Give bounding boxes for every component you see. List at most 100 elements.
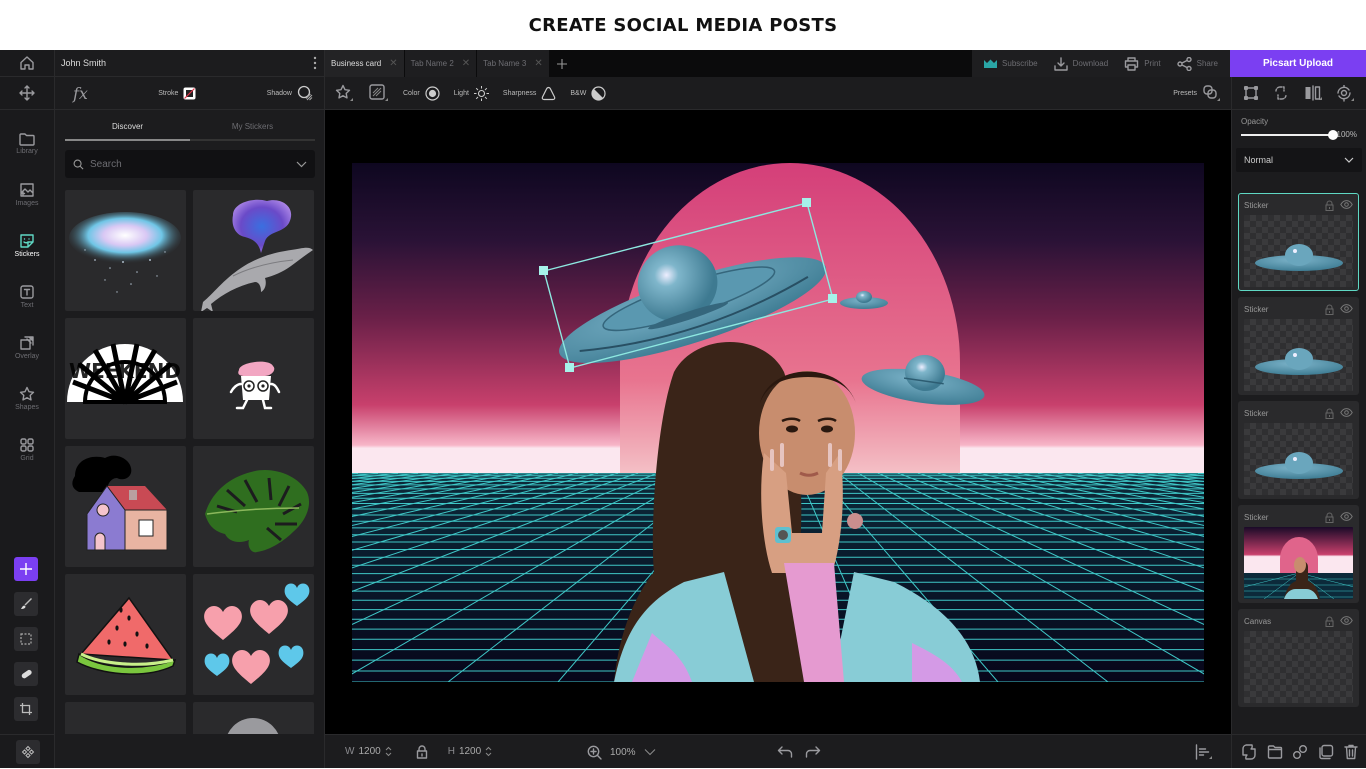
width-field[interactable]: W 1200	[345, 746, 392, 757]
sticker-moon[interactable]	[193, 702, 314, 734]
visibility-eye-icon[interactable]	[1340, 511, 1353, 521]
rail-item-grid[interactable]: Grid	[0, 424, 54, 475]
new-tab-button[interactable]	[550, 50, 575, 77]
sticker-cupcake[interactable]	[193, 318, 314, 439]
move-tool-button[interactable]	[0, 77, 54, 110]
sticker-weekend[interactable]: WEEKEND	[65, 318, 186, 439]
sticker-partial[interactable]	[65, 702, 186, 734]
sticker-whale[interactable]	[193, 190, 314, 311]
sticker-watermelon[interactable]	[65, 574, 186, 695]
rail-item-library[interactable]: Library	[0, 118, 54, 169]
replace-icon[interactable]	[1272, 85, 1290, 101]
width-value[interactable]: 1200	[358, 746, 380, 757]
stroke-control[interactable]: Stroke	[158, 87, 196, 100]
resize-handle[interactable]	[802, 198, 811, 207]
visibility-eye-icon[interactable]	[1340, 407, 1353, 417]
adjust-toolbar: Color Light Sharpness B&W Presets	[325, 77, 1231, 110]
rail-item-text[interactable]: Text	[0, 271, 54, 322]
rail-item-shapes[interactable]: Shapes	[0, 373, 54, 424]
aspect-lock[interactable]	[416, 744, 428, 759]
rail-item-overlay[interactable]: Overlay	[0, 322, 54, 373]
sticker-galaxy-cloud[interactable]	[65, 190, 186, 311]
link-icon[interactable]	[1292, 744, 1308, 760]
flip-icon[interactable]	[1304, 85, 1323, 101]
chevron-down-icon[interactable]	[296, 161, 307, 168]
undo-icon[interactable]	[777, 746, 793, 758]
lock-icon[interactable]	[1325, 512, 1334, 523]
chevron-down-icon[interactable]	[644, 748, 656, 756]
height-field[interactable]: H 1200	[448, 746, 492, 757]
resize-handle[interactable]	[565, 363, 574, 372]
group-folder-icon[interactable]	[1267, 744, 1283, 760]
visibility-eye-icon[interactable]	[1340, 199, 1353, 209]
rail-item-images[interactable]: Images	[0, 169, 54, 220]
presets-control[interactable]: Presets	[1173, 77, 1221, 110]
favorite-star-icon[interactable]	[335, 84, 355, 102]
zoom-in-icon[interactable]	[587, 745, 602, 760]
stepper-icon[interactable]	[485, 746, 492, 757]
height-value[interactable]: 1200	[459, 746, 481, 757]
resize-handle[interactable]	[828, 294, 837, 303]
sticker-house[interactable]	[65, 446, 186, 567]
stepper-icon[interactable]	[385, 746, 392, 757]
layer-item[interactable]: Sticker	[1238, 297, 1359, 395]
light-adjust[interactable]: Light	[454, 85, 489, 101]
crop-tool-button[interactable]	[14, 697, 38, 721]
tab-my-stickers[interactable]: My Stickers	[190, 120, 315, 141]
resize-handle[interactable]	[539, 266, 548, 275]
close-tab-icon[interactable]: ✕	[534, 58, 542, 69]
more-vertical-icon[interactable]	[313, 56, 317, 70]
picsart-upload-button[interactable]: Picsart Upload	[1230, 50, 1366, 77]
lock-icon[interactable]	[1325, 408, 1334, 419]
doc-tab-business-card[interactable]: Business card ✕	[325, 50, 405, 77]
layer-item[interactable]: Sticker	[1238, 401, 1359, 499]
trash-icon[interactable]	[1344, 744, 1358, 760]
duplicate-icon[interactable]	[1318, 744, 1334, 760]
download-button[interactable]: Download	[1046, 56, 1117, 71]
color-adjust[interactable]: Color	[403, 85, 440, 101]
doc-tab-3[interactable]: Tab Name 3 ✕	[477, 50, 550, 77]
components-button[interactable]	[15, 739, 40, 764]
subscribe-button[interactable]: Subscribe	[976, 59, 1046, 68]
fx-button[interactable]: fx	[73, 84, 88, 103]
bw-adjust[interactable]: B&W	[570, 85, 606, 101]
eraser-tool-button[interactable]	[14, 662, 38, 686]
select-tool-button[interactable]	[14, 627, 38, 651]
share-button[interactable]: Share	[1169, 56, 1226, 71]
brush-tool-button[interactable]	[14, 592, 38, 616]
search-input[interactable]	[90, 158, 290, 170]
home-button[interactable]	[0, 50, 54, 77]
sticker-hearts[interactable]	[193, 574, 314, 695]
tab-discover[interactable]: Discover	[65, 120, 190, 141]
add-button[interactable]	[14, 557, 38, 581]
opacity-slider-knob[interactable]	[1327, 129, 1338, 140]
layer-item[interactable]: Sticker	[1238, 505, 1359, 603]
sharpness-adjust[interactable]: Sharpness	[503, 86, 556, 101]
shadow-control[interactable]: Shadow	[267, 85, 313, 101]
layer-item[interactable]: Canvas	[1238, 609, 1359, 707]
align-control[interactable]	[1195, 735, 1213, 769]
visibility-eye-icon[interactable]	[1340, 615, 1353, 625]
merge-icon[interactable]	[1241, 743, 1257, 760]
doc-tab-2[interactable]: Tab Name 2 ✕	[404, 50, 478, 77]
print-button[interactable]: Print	[1116, 56, 1168, 71]
lock-icon[interactable]	[1325, 304, 1334, 315]
layer-item[interactable]: Sticker	[1238, 193, 1359, 291]
artboard[interactable]	[352, 163, 1204, 682]
rotate-icon[interactable]	[1336, 84, 1355, 102]
texture-icon[interactable]	[369, 84, 389, 102]
lock-icon[interactable]	[1325, 616, 1334, 627]
visibility-eye-icon[interactable]	[1340, 303, 1353, 313]
close-tab-icon[interactable]: ✕	[462, 58, 470, 69]
redo-icon[interactable]	[805, 746, 821, 758]
watermelon-image	[76, 596, 177, 675]
blend-mode-select[interactable]: Normal	[1236, 148, 1362, 172]
close-tab-icon[interactable]: ✕	[389, 58, 397, 69]
lock-icon[interactable]	[1325, 200, 1334, 211]
canvas-stage[interactable]	[325, 110, 1231, 734]
sticker-monstera-leaf[interactable]	[193, 446, 314, 567]
opacity-slider[interactable]	[1241, 129, 1338, 140]
zoom-control[interactable]: 100%	[587, 735, 656, 769]
rail-item-stickers[interactable]: Stickers	[0, 220, 54, 271]
transform-icon[interactable]	[1243, 85, 1259, 101]
